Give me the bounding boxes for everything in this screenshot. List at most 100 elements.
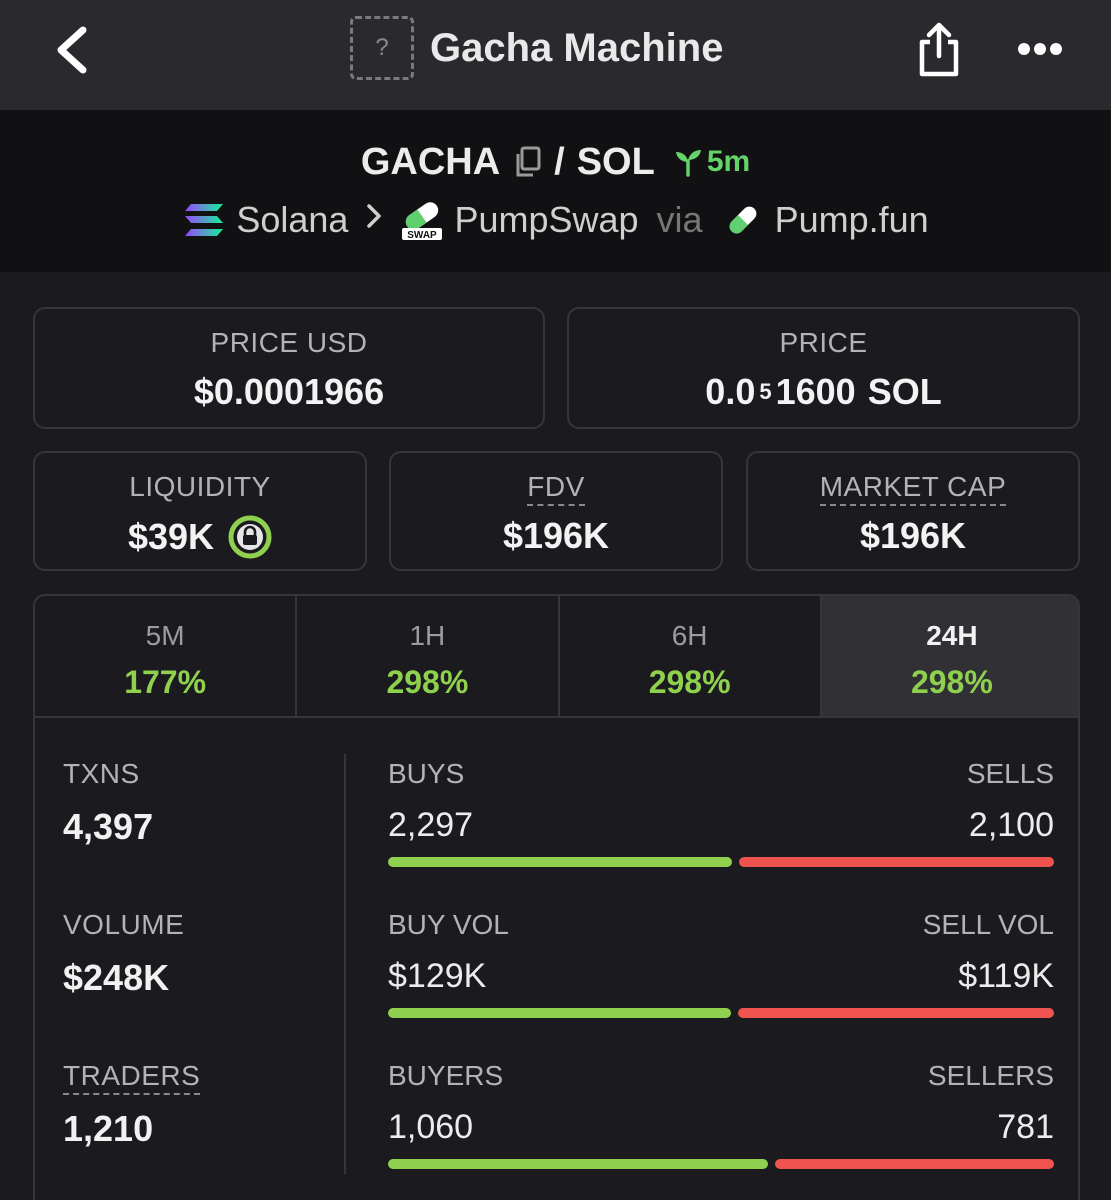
volume-label: VOLUME xyxy=(63,909,185,940)
chain-name: Solana xyxy=(236,199,349,240)
traders-buy-bar xyxy=(388,1159,769,1169)
tab-24h-label: 24H xyxy=(926,620,978,651)
title-group: ? Gacha Machine xyxy=(350,14,723,82)
copy-icon[interactable] xyxy=(512,145,542,179)
fdv-value: $196K xyxy=(502,515,610,556)
buyers-label: BUYERS xyxy=(388,1060,504,1091)
traders-breakdown: BUYERS SELLERS 1,060 781 xyxy=(388,1060,1054,1169)
buys-value: 2,297 xyxy=(388,806,474,844)
price-usd-value: $0.0001966 xyxy=(193,371,385,412)
txns-breakdown: BUYS SELLS 2,297 2,100 xyxy=(388,758,1054,867)
fdv-card[interactable]: FDV $196K xyxy=(389,451,723,571)
tab-6h-change: 298% xyxy=(648,664,731,700)
buy-vol-label: BUY VOL xyxy=(388,909,509,940)
fdv-label[interactable]: FDV xyxy=(527,471,585,506)
timeframe-stats-panel: 5M 177% 1H 298% 6H 298% 24H 298% TXNS 4,… xyxy=(33,594,1080,1200)
txns-buy-bar xyxy=(388,857,733,867)
pair-age-text: 5m xyxy=(706,145,751,178)
fdv-label-wrap: FDV xyxy=(391,471,721,506)
chevron-right-icon xyxy=(366,203,382,237)
traders-ratio-bar xyxy=(388,1159,1054,1169)
sell-vol-value: $119K xyxy=(958,957,1054,995)
back-button[interactable] xyxy=(44,20,100,80)
traders-value: 1,210 xyxy=(63,1108,154,1149)
more-options-button[interactable] xyxy=(1010,24,1070,74)
route-breadcrumb: Solana SWAP PumpSwap via Pump.fun xyxy=(0,198,1111,242)
buy-vol-value: $129K xyxy=(388,957,487,995)
pair-row: GACHA / SOL 5m xyxy=(0,140,1111,184)
sells-value: 2,100 xyxy=(968,806,1054,844)
placeholder-glyph: ? xyxy=(375,34,389,61)
tab-6h[interactable]: 6H 298% xyxy=(560,596,822,716)
volume-summary: VOLUME $248K xyxy=(63,909,184,999)
txns-summary: TXNS 4,397 xyxy=(63,758,153,848)
price-native-label: PRICE xyxy=(779,327,868,358)
pill-icon xyxy=(721,200,765,240)
pair-header: GACHA / SOL 5m Solana SWAP PumpSwap via … xyxy=(0,110,1111,272)
pumpswap-badge-text: SWAP xyxy=(408,230,438,241)
market-cap-value: $196K xyxy=(859,515,967,556)
top-bar: ? Gacha Machine xyxy=(0,0,1111,110)
volume-value: $248K xyxy=(63,957,170,998)
pair-separator: / xyxy=(554,140,565,183)
liquidity-label: LIQUIDITY xyxy=(129,471,271,502)
price-usd-card: PRICE USD $0.0001966 xyxy=(33,307,545,429)
tab-5m-label: 5M xyxy=(145,620,185,651)
sprout-icon xyxy=(673,146,703,178)
market-cap-card[interactable]: MARKET CAP $196K xyxy=(746,451,1080,571)
traders-sell-bar xyxy=(774,1159,1054,1169)
price-native-digits: 1600 xyxy=(775,371,856,412)
tab-6h-label: 6H xyxy=(671,620,708,651)
tab-24h-change: 298% xyxy=(910,664,993,700)
price-native-zero-count: 5 xyxy=(759,379,772,404)
dex-name: PumpSwap xyxy=(454,199,639,240)
traders-label[interactable]: TRADERS xyxy=(63,1060,201,1095)
more-dots-icon xyxy=(1018,43,1062,55)
market-cap-label-wrap: MARKET CAP xyxy=(748,471,1078,506)
txns-sell-bar xyxy=(738,857,1054,867)
tab-1h-label: 1H xyxy=(409,620,446,651)
volume-breakdown: BUY VOL SELL VOL $129K $119K xyxy=(388,909,1054,1018)
traders-summary: TRADERS 1,210 xyxy=(63,1060,201,1150)
tab-24h[interactable]: 24H 298% xyxy=(821,596,1078,716)
liquidity-value: $39K xyxy=(127,516,215,557)
sell-vol-label: SELL VOL xyxy=(922,909,1054,940)
dex-link[interactable]: SWAP PumpSwap xyxy=(400,199,639,241)
launchpad-link[interactable]: Pump.fun xyxy=(721,199,929,241)
price-native-prefix: 0.0 xyxy=(705,371,756,412)
pair-age-badge: 5m xyxy=(673,145,750,179)
sells-label: SELLS xyxy=(966,758,1054,789)
page-title: Gacha Machine xyxy=(430,25,724,70)
price-native-value: 0.0 5 1600 SOL xyxy=(569,371,1078,413)
volume-ratio-bar xyxy=(388,1008,1054,1018)
price-usd-label: PRICE USD xyxy=(210,327,368,358)
volume-buy-bar xyxy=(388,1008,731,1018)
share-icon xyxy=(919,22,959,77)
tab-5m[interactable]: 5M 177% xyxy=(35,596,298,716)
buyers-value: 1,060 xyxy=(388,1108,474,1146)
txns-ratio-bar xyxy=(388,857,1054,867)
volume-sell-bar xyxy=(737,1008,1054,1018)
market-cap-label[interactable]: MARKET CAP xyxy=(819,471,1007,506)
liquidity-card: LIQUIDITY $39K xyxy=(33,451,367,571)
tab-1h[interactable]: 1H 298% xyxy=(297,596,560,716)
timeframe-tabs: 5M 177% 1H 298% 6H 298% 24H 298% xyxy=(35,596,1078,718)
chevron-left-icon xyxy=(57,26,87,74)
metrics-divider xyxy=(344,754,346,1174)
tab-5m-change: 177% xyxy=(124,664,207,700)
price-native-card: PRICE 0.0 5 1600 SOL xyxy=(567,307,1080,429)
solana-icon xyxy=(182,200,226,240)
txns-label: TXNS xyxy=(63,758,140,789)
chain-link[interactable]: Solana xyxy=(182,199,348,241)
pumpswap-icon: SWAP xyxy=(400,200,444,241)
lock-icon[interactable] xyxy=(228,515,272,559)
token-logo-placeholder: ? xyxy=(350,16,414,80)
liquidity-value-row: $39K xyxy=(35,515,365,559)
sellers-label: SELLERS xyxy=(927,1060,1054,1091)
via-label: via xyxy=(656,199,703,240)
pair-quote-symbol: SOL xyxy=(576,140,655,183)
tab-1h-change: 298% xyxy=(386,664,469,700)
pair-base-symbol: GACHA xyxy=(360,140,501,183)
price-native-unit: SOL xyxy=(867,371,942,412)
share-button[interactable] xyxy=(908,18,970,82)
